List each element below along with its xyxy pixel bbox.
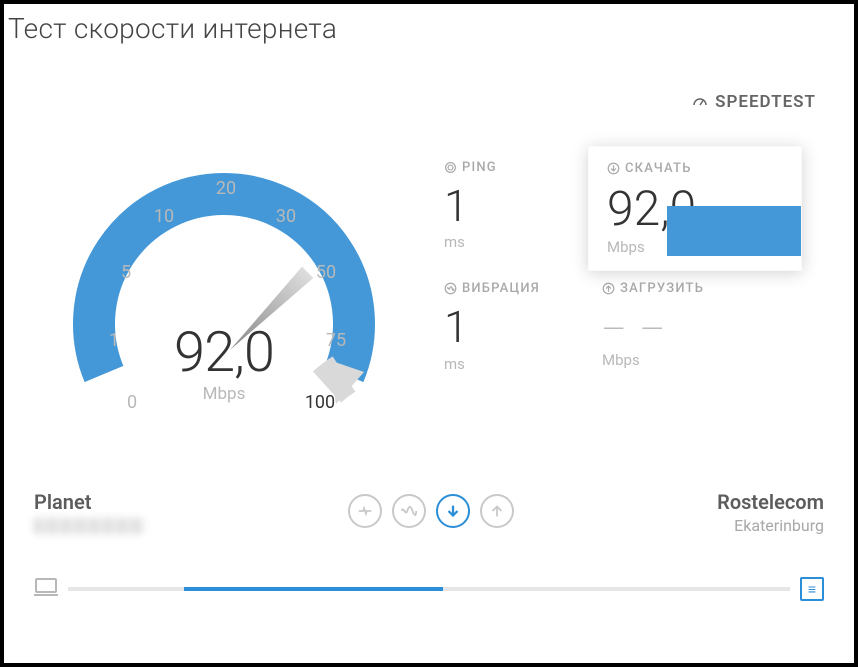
upload-unit: Mbps bbox=[602, 349, 792, 369]
server-icon: ≡ bbox=[800, 577, 824, 601]
remote-server: Rostelecom Ekaterinburg bbox=[717, 490, 824, 535]
gauge-tick-4: 20 bbox=[206, 178, 246, 199]
gauge-value: 92,0 bbox=[44, 319, 404, 385]
phase-latency-icon[interactable] bbox=[392, 494, 426, 528]
download-icon bbox=[607, 162, 620, 175]
remote-server-location: Ekaterinburg bbox=[717, 516, 824, 535]
gauge-tick-3: 10 bbox=[144, 206, 184, 227]
brand-text: SPEEDTEST bbox=[715, 92, 816, 112]
gauge-arc bbox=[44, 124, 404, 454]
upload-icon bbox=[602, 282, 615, 295]
speed-gauge: 0 1 5 10 20 30 50 75 100 92,0 Mbps bbox=[44, 124, 404, 454]
gauge-tick-2: 5 bbox=[106, 262, 146, 283]
device-icon bbox=[34, 577, 58, 601]
phase-indicators bbox=[348, 494, 514, 528]
upload-label: ЗАГРУЗИТЬ bbox=[620, 281, 704, 296]
ping-value: 1 bbox=[444, 177, 584, 229]
progress-row: ≡ bbox=[34, 577, 824, 601]
gauge-tick-5: 30 bbox=[266, 206, 306, 227]
metric-ping: PING 1 ms bbox=[444, 160, 584, 257]
metric-jitter: ВИБРАЦИЯ 1 ms bbox=[444, 281, 584, 372]
speedtest-brand: SPEEDTEST bbox=[691, 92, 816, 112]
ping-label: PING bbox=[462, 160, 497, 175]
jitter-value: 1 bbox=[444, 298, 584, 350]
gauge-tick-6: 50 bbox=[306, 262, 346, 283]
page-title: Тест скорости интернета bbox=[4, 4, 854, 45]
ping-unit: ms bbox=[444, 231, 584, 251]
jitter-label: ВИБРАЦИЯ bbox=[462, 281, 540, 296]
jitter-icon bbox=[444, 282, 457, 295]
jitter-unit: ms bbox=[444, 353, 584, 373]
metric-upload: ЗАГРУЗИТЬ — — Mbps bbox=[602, 281, 792, 372]
remote-server-name: Rostelecom bbox=[717, 490, 824, 514]
phase-upload-icon[interactable] bbox=[480, 494, 514, 528]
download-area-chart bbox=[667, 206, 801, 256]
phase-download-icon[interactable] bbox=[436, 494, 470, 528]
local-provider-ip-blurred bbox=[34, 518, 144, 534]
ping-icon bbox=[444, 161, 457, 174]
gauge-icon bbox=[691, 93, 709, 111]
local-provider-name: Planet bbox=[34, 490, 144, 514]
upload-value: — — bbox=[602, 298, 792, 347]
progress-track bbox=[68, 587, 790, 591]
progress-fill bbox=[184, 587, 444, 591]
gauge-unit: Mbps bbox=[44, 384, 404, 404]
download-label: СКАЧАТЬ bbox=[625, 161, 692, 176]
local-provider: Planet bbox=[34, 490, 144, 534]
metric-download-card: СКАЧАТЬ 92,0 Mbps bbox=[588, 146, 802, 271]
phase-connections-icon[interactable] bbox=[348, 494, 382, 528]
